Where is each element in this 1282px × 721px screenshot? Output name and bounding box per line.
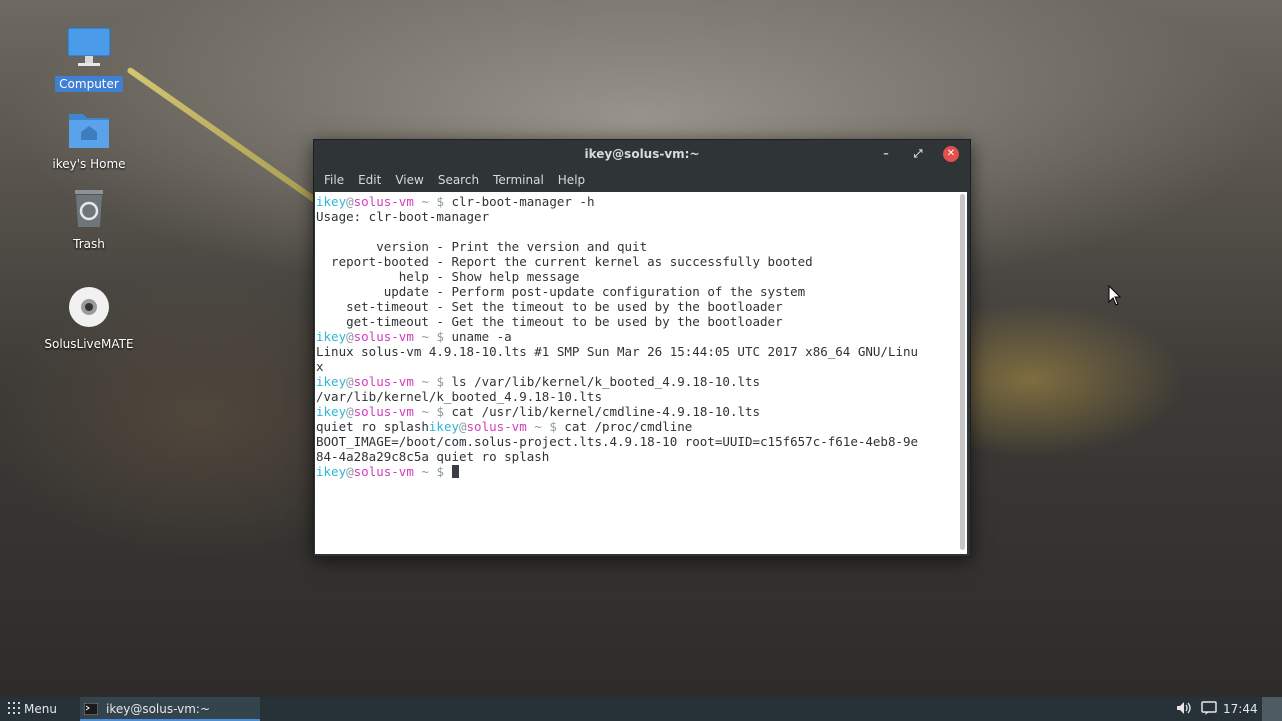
desktop-icon-label: Trash [73,237,105,251]
close-button[interactable]: ✕ [943,146,959,162]
desktop-icon-label: Computer [55,76,123,92]
volume-icon[interactable] [1176,697,1192,721]
notifications-icon[interactable] [1201,697,1217,721]
clock[interactable]: 17:44 [1223,697,1258,721]
computer-icon [65,26,113,74]
command-text: cat /usr/lib/kernel/cmdline-4.9.18-10.lt… [451,404,761,419]
prompt: ikey@solus-vm ~ $ [428,419,557,434]
command-text: cat /proc/cmdline [564,419,693,434]
command-text: ls /var/lib/kernel/k_booted_4.9.18-10.lt… [451,374,761,389]
desktop-icon-trash[interactable]: Trash [39,186,139,252]
prompt: ikey@solus-vm ~ $ [316,194,444,209]
grid-menu-icon [8,702,20,714]
home-folder-icon [65,106,113,154]
command-text: uname -a [451,329,512,344]
command-output: quiet ro splash [316,419,429,434]
prompt: ikey@solus-vm ~ $ [316,374,444,389]
menu-button[interactable]: Menu [8,697,57,721]
mouse-cursor-icon [1108,285,1122,306]
minimize-button[interactable]: – [878,146,894,162]
menu-terminal[interactable]: Terminal [486,168,551,192]
prompt: ikey@solus-vm ~ $ [316,464,444,479]
desktop-icon-label: ikey's Home [52,157,126,171]
text-cursor [451,465,459,478]
menu-button-label: Menu [24,702,57,716]
desktop-icon-solus-live[interactable]: SolusLiveMATE [39,286,139,352]
menu-view[interactable]: View [388,168,430,192]
desktop-icon-computer[interactable]: Computer [39,26,139,92]
prompt: ikey@solus-vm ~ $ [316,404,444,419]
maximize-button[interactable]: ⤢ [910,146,926,162]
taskbar: Menu ikey@solus-vm:~ 17:44 [0,697,1282,721]
menu-file[interactable]: File [317,168,351,192]
terminal-output-area[interactable]: ikey@solus-vm ~ $ clr-boot-manager -h Us… [315,192,967,554]
disc-icon [65,286,113,334]
menu-search[interactable]: Search [431,168,486,192]
command-output: Usage: clr-boot-manager version - Print … [316,209,813,329]
wallpaper-stick [126,66,319,204]
command-text: clr-boot-manager -h [451,194,595,209]
menu-edit[interactable]: Edit [351,168,388,192]
window-titlebar[interactable]: ikey@solus-vm:~ – ⤢ ✕ [314,140,970,168]
terminal-window[interactable]: ikey@solus-vm:~ – ⤢ ✕ File Edit View Sea… [313,139,971,557]
taskbar-item-label: ikey@solus-vm:~ [106,702,211,716]
menu-bar: File Edit View Search Terminal Help [314,168,970,192]
scrollbar[interactable] [960,194,965,550]
menu-help[interactable]: Help [551,168,592,192]
desktop-icon-home[interactable]: ikey's Home [39,106,139,172]
desktop-icon-label: SolusLiveMATE [44,337,134,351]
show-desktop-button[interactable] [1262,697,1282,721]
command-output: BOOT_IMAGE=/boot/com.solus-project.lts.4… [316,434,919,464]
command-output: Linux solus-vm 4.9.18-10.lts #1 SMP Sun … [316,344,919,374]
trash-icon [65,186,113,234]
prompt: ikey@solus-vm ~ $ [316,329,444,344]
terminal-icon [83,702,99,716]
command-output: /var/lib/kernel/k_booted_4.9.18-10.lts [316,389,602,404]
terminal-text: ikey@solus-vm ~ $ clr-boot-manager -h Us… [316,194,918,479]
window-title: ikey@solus-vm:~ [584,147,700,161]
taskbar-item-terminal[interactable]: ikey@solus-vm:~ [80,697,260,721]
